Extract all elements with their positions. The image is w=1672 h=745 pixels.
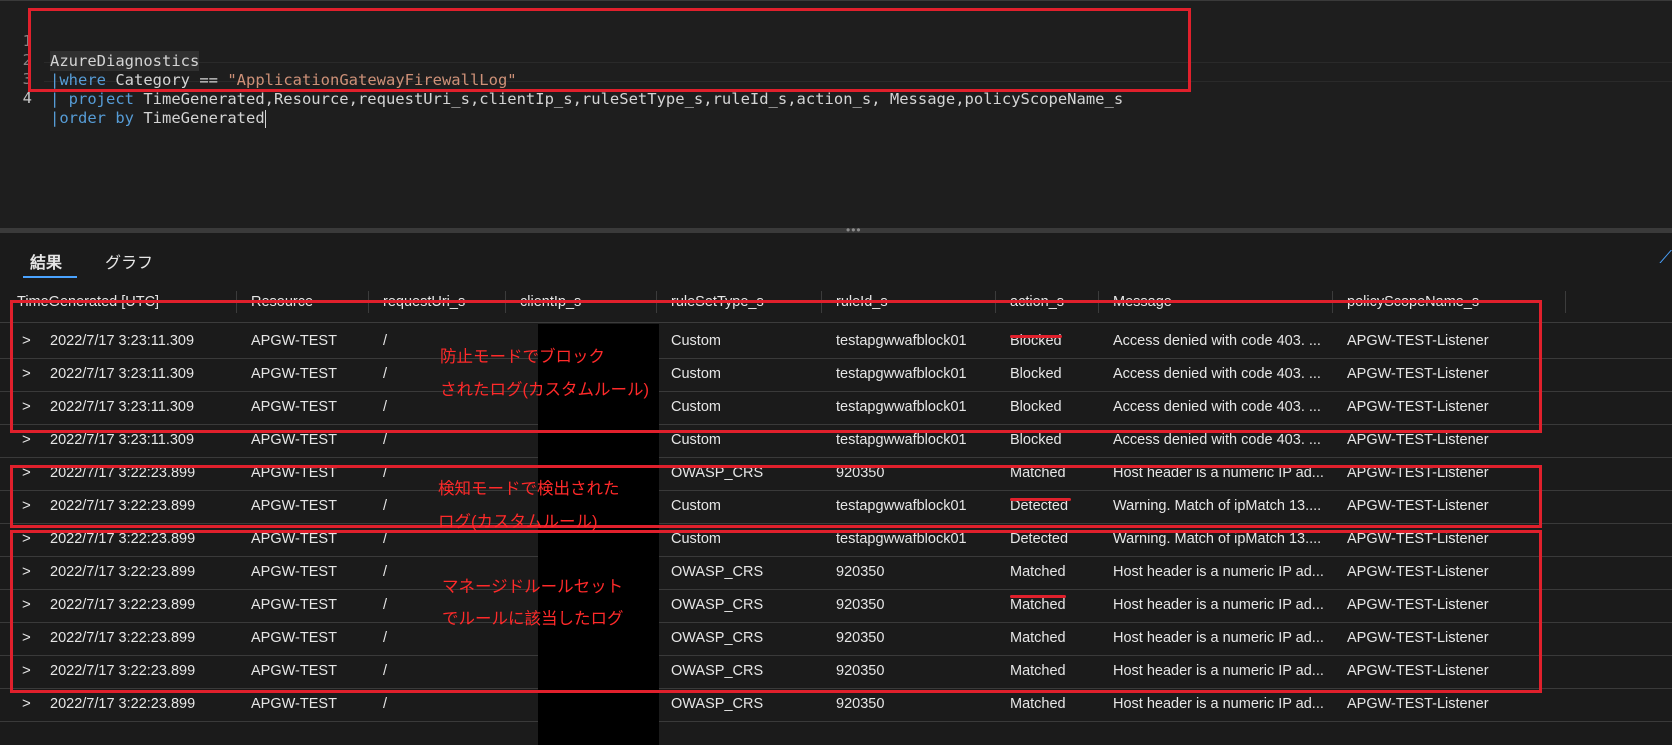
matched-rows-annotation-box <box>10 530 1542 693</box>
matched-underline <box>1010 595 1066 598</box>
blocked-note-line-1: 防止モードでブロック <box>440 348 605 366</box>
result-tabs: 結果 グラフ ⟋ <box>0 233 1672 281</box>
code-pipe: | <box>50 90 69 108</box>
detected-rows-annotation-box <box>10 465 1542 528</box>
code-project-columns: TimeGenerated,Resource,requestUri_s,clie… <box>134 90 1124 108</box>
blocked-rows-annotation-box <box>10 300 1542 433</box>
tab-results[interactable]: 結果 <box>30 249 62 273</box>
text-cursor <box>264 109 266 128</box>
matched-note-line-1: マネージドルールセット <box>442 578 624 596</box>
code-order-column: TimeGenerated <box>134 109 265 127</box>
detected-note-line-2: ログ(カスタムルール) <box>438 513 598 531</box>
active-tab-indicator <box>23 276 77 278</box>
query-annotation-box <box>28 8 1191 92</box>
blocked-underline <box>1010 335 1062 338</box>
code-keyword-order-by: order by <box>59 109 134 127</box>
code-keyword-project: project <box>68 90 134 108</box>
blocked-note-line-2: されたログ(カスタムルール) <box>440 381 649 399</box>
detected-note-line-1: 検知モードで検出された <box>438 480 620 498</box>
query-editor[interactable]: 1 AzureDiagnostics 2 |where Category == … <box>0 0 1672 229</box>
detected-underline <box>1010 498 1071 501</box>
matched-note-line-2: でルールに該当したログ <box>442 610 624 628</box>
person-icon[interactable]: ⟋ <box>1659 247 1672 268</box>
code-pipe: | <box>50 109 60 127</box>
results-table: TimeGenerated [UTC] Resource requestUri_… <box>0 281 1672 745</box>
tab-chart[interactable]: グラフ <box>105 249 153 273</box>
